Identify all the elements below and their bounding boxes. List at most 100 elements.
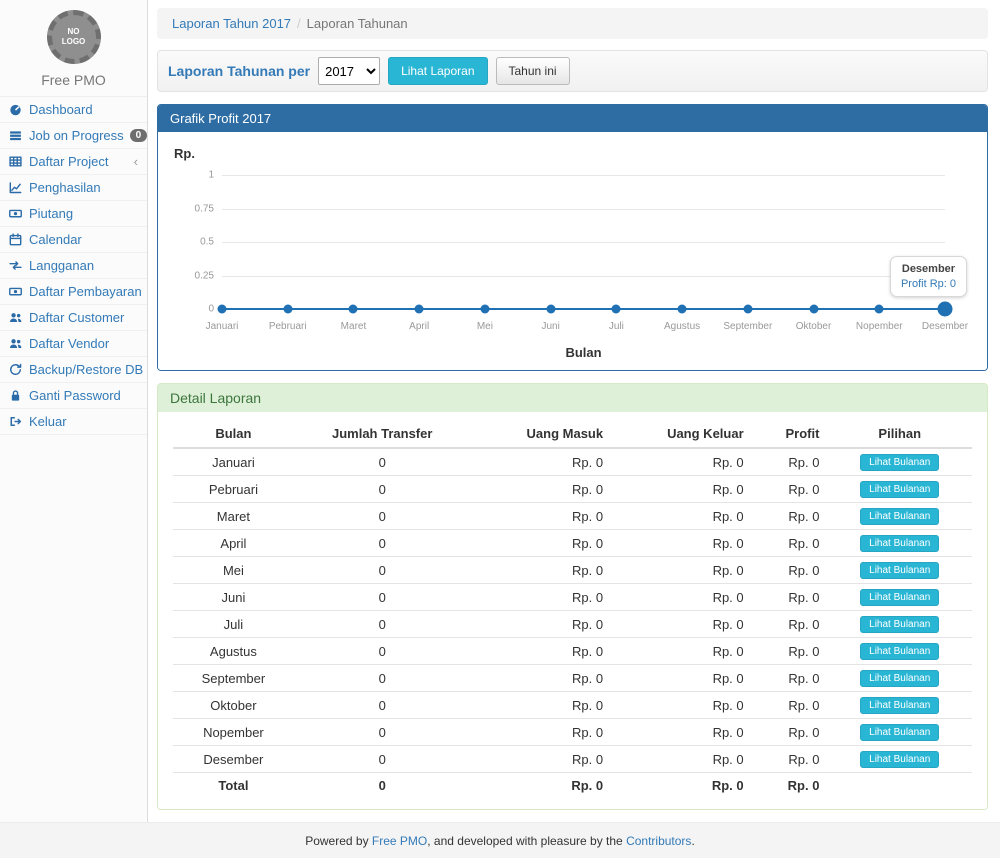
table-cell: Rp. 0	[471, 611, 612, 638]
table-cell: Agustus	[173, 638, 294, 665]
calendar-icon	[9, 233, 23, 246]
action-cell: Lihat Bulanan	[827, 611, 972, 638]
sidebar-item-daftar-vendor[interactable]: Daftar Vendor	[0, 331, 147, 357]
footer-text-suffix: .	[691, 834, 694, 848]
page-footer: Powered by Free PMO, and developed with …	[0, 822, 1000, 858]
table-cell: Rp. 0	[471, 476, 612, 503]
table-row: Oktober0Rp. 0Rp. 0Rp. 0Lihat Bulanan	[173, 692, 972, 719]
chart-gridline	[222, 209, 945, 210]
chart-x-tick-label: Mei	[477, 321, 493, 332]
no-logo-text: NOLOGO	[62, 27, 86, 48]
sidebar-item-label: Daftar Vendor	[29, 336, 138, 351]
lihat-bulanan-button-mei[interactable]: Lihat Bulanan	[860, 562, 939, 579]
action-cell: Lihat Bulanan	[827, 503, 972, 530]
table-cell: Rp. 0	[611, 638, 752, 665]
users-icon	[9, 337, 23, 350]
year-select[interactable]: 2017	[318, 57, 380, 85]
lihat-bulanan-button-juli[interactable]: Lihat Bulanan	[860, 616, 939, 633]
table-row: September0Rp. 0Rp. 0Rp. 0Lihat Bulanan	[173, 665, 972, 692]
table-cell: Rp. 0	[471, 584, 612, 611]
table-cell: 0	[294, 692, 471, 719]
table-cell: Rp. 0	[611, 773, 752, 797]
lihat-laporan-button[interactable]: Lihat Laporan	[388, 57, 487, 85]
data-point-april[interactable]	[415, 305, 424, 314]
sidebar-item-daftar-project[interactable]: Daftar Project‹	[0, 149, 147, 175]
lihat-bulanan-button-maret[interactable]: Lihat Bulanan	[860, 508, 939, 525]
refresh-icon	[9, 363, 23, 376]
sidebar-item-daftar-pembayaran[interactable]: Daftar Pembayaran	[0, 279, 147, 305]
users-icon	[9, 311, 23, 324]
chart-x-tick-label: Maret	[341, 321, 367, 332]
free-pmo-link[interactable]: Free PMO	[372, 834, 427, 848]
sidebar-item-langganan[interactable]: Langganan	[0, 253, 147, 279]
data-point-september[interactable]	[743, 305, 752, 314]
table-cell: Rp. 0	[471, 719, 612, 746]
data-point-juni[interactable]	[546, 305, 555, 314]
sidebar-item-penghasilan[interactable]: Penghasilan	[0, 175, 147, 201]
data-point-oktober[interactable]	[809, 305, 818, 314]
data-point-agustus[interactable]	[678, 305, 687, 314]
lihat-bulanan-button-januari[interactable]: Lihat Bulanan	[860, 454, 939, 471]
table-cell: Pebruari	[173, 476, 294, 503]
profit-chart-panel: Grafik Profit 2017 Rp. Desember Profit R…	[157, 104, 988, 371]
table-cell: Rp. 0	[752, 503, 828, 530]
lihat-bulanan-button-pebruari[interactable]: Lihat Bulanan	[860, 481, 939, 498]
table-cell: Rp. 0	[752, 557, 828, 584]
lihat-bulanan-button-juni[interactable]: Lihat Bulanan	[860, 589, 939, 606]
data-point-juli[interactable]	[612, 305, 621, 314]
data-point-nopember[interactable]	[875, 305, 884, 314]
lihat-bulanan-button-nopember[interactable]: Lihat Bulanan	[860, 724, 939, 741]
action-cell: Lihat Bulanan	[827, 476, 972, 503]
breadcrumb-link-laporan-tahun[interactable]: Laporan Tahun 2017	[172, 16, 291, 31]
table-cell: 0	[294, 746, 471, 773]
sidebar-item-label: Ganti Password	[29, 388, 138, 403]
lihat-bulanan-button-september[interactable]: Lihat Bulanan	[860, 670, 939, 687]
no-logo-badge: NOLOGO	[47, 10, 101, 64]
profit-line-series	[222, 308, 945, 310]
table-cell: Rp. 0	[611, 557, 752, 584]
report-toolbar: Laporan Tahunan per 2017 Lihat Laporan T…	[157, 50, 988, 92]
sidebar-item-piutang[interactable]: Piutang	[0, 201, 147, 227]
table-cell: Rp. 0	[471, 692, 612, 719]
table-cell: Rp. 0	[611, 584, 752, 611]
column-header: Jumlah Transfer	[294, 420, 471, 448]
lihat-bulanan-button-april[interactable]: Lihat Bulanan	[860, 535, 939, 552]
chart-x-tick-label: Pebruari	[269, 321, 307, 332]
lihat-bulanan-button-desember[interactable]: Lihat Bulanan	[860, 751, 939, 768]
sidebar-item-backup-restore-db[interactable]: Backup/Restore DB	[0, 357, 147, 383]
footer-text-middle: , and developed with pleasure by the	[427, 834, 626, 848]
data-point-mei[interactable]	[480, 305, 489, 314]
table-cell: 0	[294, 584, 471, 611]
sidebar-item-job-on-progress[interactable]: Job on Progress0	[0, 123, 147, 149]
table-cell: Rp. 0	[611, 476, 752, 503]
data-point-maret[interactable]	[349, 305, 358, 314]
data-point-pebruari[interactable]	[283, 305, 292, 314]
tooltip-title: Desember	[901, 263, 956, 275]
data-point-januari[interactable]	[218, 305, 227, 314]
sidebar-item-dashboard[interactable]: Dashboard	[0, 97, 147, 123]
action-cell: Lihat Bulanan	[827, 638, 972, 665]
chart-x-axis-title: Bulan	[222, 345, 945, 360]
table-cell: Rp. 0	[752, 773, 828, 797]
action-cell: Lihat Bulanan	[827, 557, 972, 584]
tahun-ini-button[interactable]: Tahun ini	[496, 57, 570, 85]
toolbar-label: Laporan Tahunan per	[168, 63, 310, 79]
lock-icon	[9, 389, 23, 402]
contributors-link[interactable]: Contributors	[626, 834, 691, 848]
detail-laporan-panel: Detail Laporan BulanJumlah TransferUang …	[157, 383, 988, 810]
sidebar-item-label: Backup/Restore DB	[29, 362, 143, 377]
sidebar-item-keluar[interactable]: Keluar	[0, 409, 147, 435]
logo-area: NOLOGO Free PMO	[0, 0, 147, 96]
table-cell: Rp. 0	[611, 665, 752, 692]
lihat-bulanan-button-oktober[interactable]: Lihat Bulanan	[860, 697, 939, 714]
lihat-bulanan-button-agustus[interactable]: Lihat Bulanan	[860, 643, 939, 660]
table-cell: Rp. 0	[752, 584, 828, 611]
table-cell: Rp. 0	[752, 530, 828, 557]
table-row: Desember0Rp. 0Rp. 0Rp. 0Lihat Bulanan	[173, 746, 972, 773]
sidebar-item-ganti-password[interactable]: Ganti Password	[0, 383, 147, 409]
sidebar-item-calendar[interactable]: Calendar	[0, 227, 147, 253]
table-cell: Rp. 0	[611, 448, 752, 476]
data-point-desember[interactable]	[938, 302, 953, 317]
chart-x-axis-labels: JanuariPebruariMaretAprilMeiJuniJuliAgus…	[222, 321, 945, 335]
sidebar-item-daftar-customer[interactable]: Daftar Customer	[0, 305, 147, 331]
